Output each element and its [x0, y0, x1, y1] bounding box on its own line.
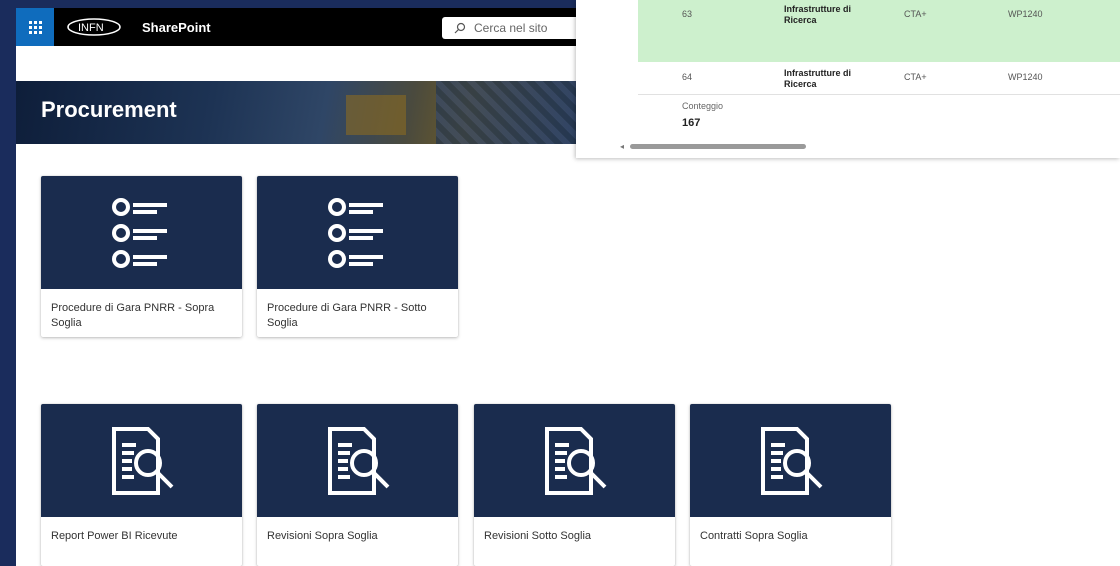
cell-project: CTA+: [904, 9, 927, 19]
card-image: [690, 404, 891, 517]
waffle-icon: [28, 20, 42, 34]
hero-banner: Procurement: [16, 81, 576, 144]
count-value: 167: [682, 117, 701, 129]
search-placeholder: Cerca nel sito: [474, 21, 548, 35]
card-label: Report Power BI Ricevute: [51, 530, 178, 542]
cell-wp: WP1240: [1008, 72, 1043, 82]
card-label: Procedure di Gara PNRR - Sotto Soglia: [267, 302, 427, 329]
suite-bar: INFN SharePoint Cerca nel sito: [16, 8, 582, 46]
card-label: Revisioni Sotto Soglia: [484, 530, 592, 542]
report-search-icon: [111, 426, 173, 495]
scroll-left-icon[interactable]: ◂: [620, 142, 624, 151]
list-view-window: 63 Infrastrutture di Ricerca CTA+ WP1240…: [576, 0, 1120, 158]
cell-project: CTA+: [904, 72, 927, 82]
report-search-icon: [544, 426, 606, 495]
list-icon: [111, 197, 167, 268]
page-title: Procurement: [41, 97, 177, 122]
quicklink-card[interactable]: Report Power BI Ricevute: [41, 404, 242, 566]
card-label: Procedure di Gara PNRR - Sopra Soglia: [51, 302, 215, 329]
card-image: [257, 176, 458, 289]
list-row[interactable]: 63 Infrastrutture di Ricerca CTA+ WP1240: [638, 0, 1120, 62]
search-icon: [454, 22, 466, 34]
quicklink-card[interactable]: Procedure di Gara PNRR - Sopra Soglia: [41, 176, 242, 337]
card-label: Contratti Sopra Soglia: [700, 530, 808, 542]
infn-logo[interactable]: INFN: [66, 17, 126, 42]
cell-id: 64: [682, 72, 693, 82]
card-image: [41, 176, 242, 289]
quicklink-card[interactable]: Procedure di Gara PNRR - Sotto Soglia: [257, 176, 458, 337]
app-name[interactable]: SharePoint: [142, 20, 211, 35]
logo-text: INFN: [78, 22, 104, 34]
quicklink-card[interactable]: Contratti Sopra Soglia: [690, 404, 891, 566]
card-image: [257, 404, 458, 517]
cell-id: 63: [682, 9, 693, 19]
card-image: [474, 404, 675, 517]
search-box[interactable]: Cerca nel sito: [442, 17, 582, 39]
report-search-icon: [327, 426, 389, 495]
list-row[interactable]: 64 Infrastrutture di Ricerca CTA+ WP1240: [638, 62, 1120, 95]
count-label: Conteggio: [682, 101, 724, 111]
quicklink-card[interactable]: Revisioni Sopra Soglia: [257, 404, 458, 566]
app-launcher-button[interactable]: [16, 8, 54, 46]
quicklink-card[interactable]: Revisioni Sotto Soglia: [474, 404, 675, 566]
scrollbar-thumb[interactable]: [630, 144, 806, 149]
cell-wp: WP1240: [1008, 9, 1043, 19]
cell-area: Infrastrutture di Ricerca: [784, 68, 852, 89]
card-label: Revisioni Sopra Soglia: [267, 530, 378, 542]
card-image: [41, 404, 242, 517]
report-search-icon: [760, 426, 822, 495]
list-icon: [327, 197, 383, 268]
cell-area: Infrastrutture di Ricerca: [784, 4, 852, 25]
horizontal-scrollbar[interactable]: ◂: [620, 142, 1120, 151]
